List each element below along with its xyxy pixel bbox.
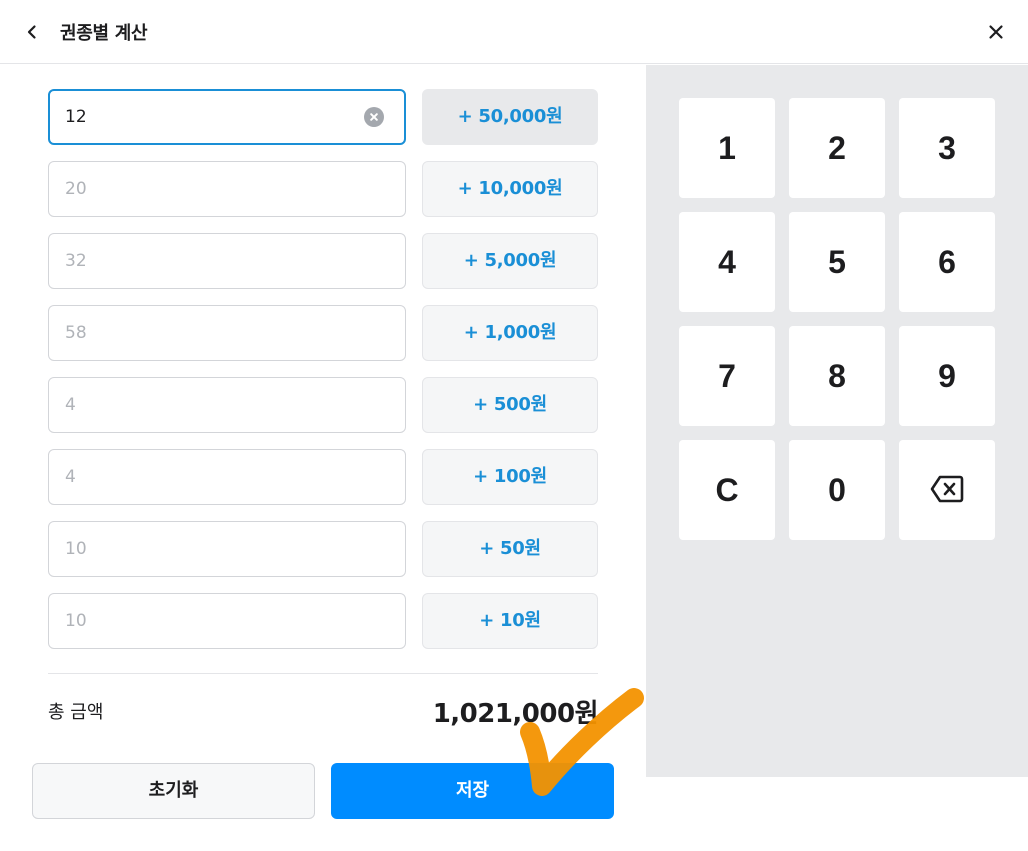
clear-input-icon[interactable] [364, 107, 384, 127]
key-2[interactable]: 2 [789, 98, 885, 198]
count-input-50000[interactable]: 12 [48, 89, 406, 145]
add-1000-button[interactable]: + 1,000원 [422, 305, 598, 361]
count-value: 10 [65, 539, 87, 559]
count-value: 4 [65, 395, 76, 415]
count-value: 12 [65, 107, 87, 127]
key-backspace[interactable] [899, 440, 995, 540]
add-50000-button[interactable]: + 50,000원 [422, 89, 598, 145]
add-100-button[interactable]: + 100원 [422, 449, 598, 505]
count-input-5000[interactable]: 32 [48, 233, 406, 289]
chevron-left-icon[interactable] [20, 20, 44, 44]
key-9[interactable]: 9 [899, 326, 995, 426]
count-value: 58 [65, 323, 87, 343]
save-button[interactable]: 저장 [331, 763, 614, 819]
key-5[interactable]: 5 [789, 212, 885, 312]
divider [48, 673, 598, 674]
add-5000-button[interactable]: + 5,000원 [422, 233, 598, 289]
add-10-button[interactable]: + 10원 [422, 593, 598, 649]
count-input-10[interactable]: 10 [48, 593, 406, 649]
add-50-button[interactable]: + 50원 [422, 521, 598, 577]
key-8[interactable]: 8 [789, 326, 885, 426]
add-10000-button[interactable]: + 10,000원 [422, 161, 598, 217]
close-icon[interactable] [984, 20, 1008, 44]
count-value: 10 [65, 611, 87, 631]
count-input-100[interactable]: 4 [48, 449, 406, 505]
key-4[interactable]: 4 [679, 212, 775, 312]
total-label: 총 금액 [48, 702, 104, 723]
modal-header: 권종별 계산 [0, 0, 1028, 64]
count-value: 32 [65, 251, 87, 271]
count-value: 20 [65, 179, 87, 199]
key-7[interactable]: 7 [679, 326, 775, 426]
count-input-50[interactable]: 10 [48, 521, 406, 577]
add-500-button[interactable]: + 500원 [422, 377, 598, 433]
key-3[interactable]: 3 [899, 98, 995, 198]
key-clear[interactable]: C [679, 440, 775, 540]
backspace-icon [930, 475, 964, 503]
count-value: 4 [65, 467, 76, 487]
reset-button[interactable]: 초기화 [32, 763, 315, 819]
count-input-1000[interactable]: 58 [48, 305, 406, 361]
key-1[interactable]: 1 [679, 98, 775, 198]
total-amount: 1,021,000원 [432, 699, 599, 729]
key-6[interactable]: 6 [899, 212, 995, 312]
page-title: 권종별 계산 [60, 23, 148, 44]
key-0[interactable]: 0 [789, 440, 885, 540]
count-input-10000[interactable]: 20 [48, 161, 406, 217]
count-input-500[interactable]: 4 [48, 377, 406, 433]
